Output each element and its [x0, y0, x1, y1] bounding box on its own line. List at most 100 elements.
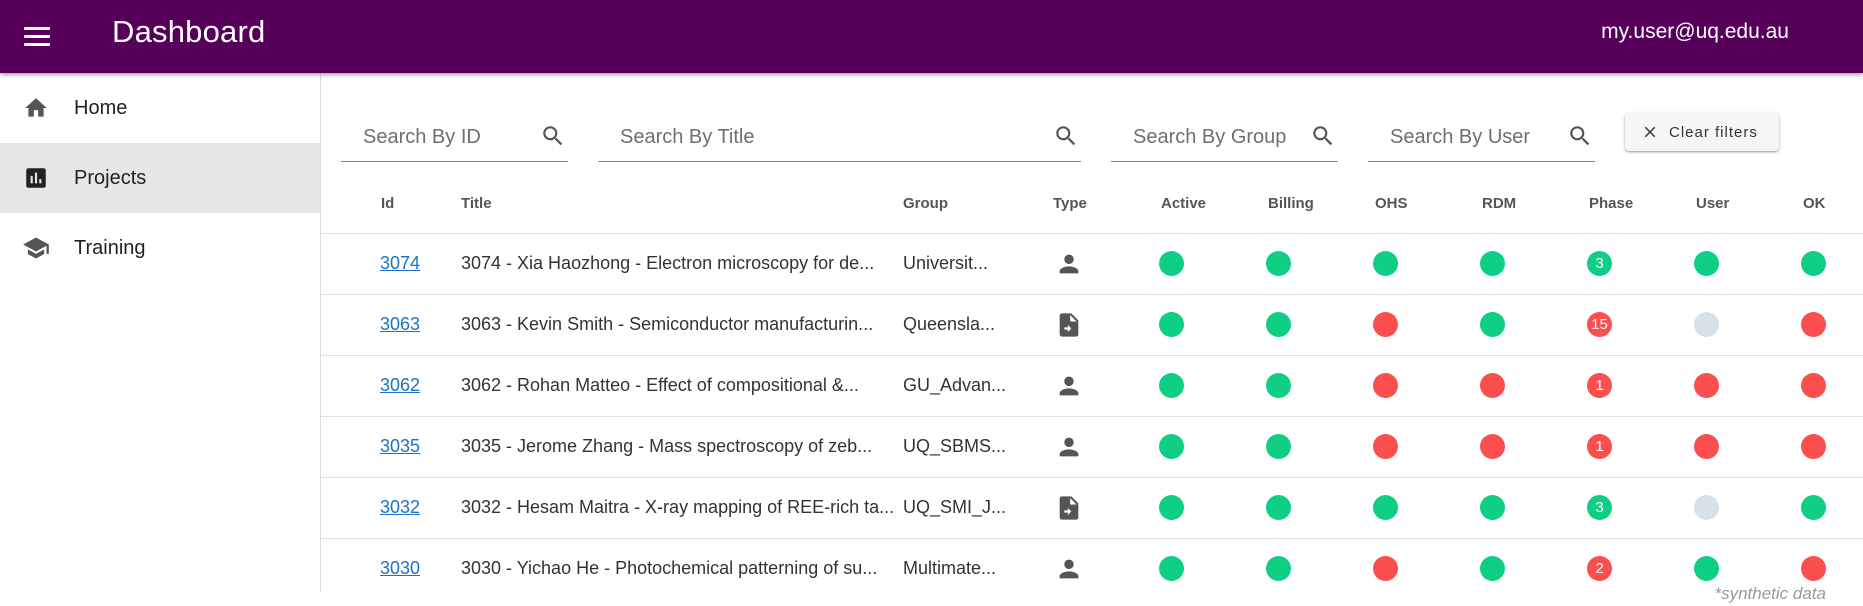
column-header-ok[interactable]: OK [1803, 195, 1826, 212]
sidebar: Home Projects Training [0, 73, 321, 592]
project-id-link[interactable]: 3074 [380, 253, 420, 273]
project-group-cell: Universit... [903, 253, 989, 273]
search-icon[interactable] [1567, 123, 1593, 149]
project-group-cell: Queensla... [903, 314, 996, 334]
projects-table: Id Title Group Type Active Billing OHS RDM Phase… [321, 177, 1863, 592]
user-status-dot [1694, 312, 1719, 337]
user-email[interactable]: my.user@uq.edu.au [1601, 20, 1789, 44]
search-by-group-field [1111, 113, 1338, 162]
column-header-group[interactable]: Group [903, 195, 948, 212]
project-id-link[interactable]: 3035 [380, 436, 420, 456]
rdm-status-dot [1480, 373, 1505, 398]
active-status-dot [1159, 495, 1184, 520]
sidebar-item-label: Home [74, 96, 128, 119]
table-row[interactable]: 3032 3032 - Hesam Maitra - X-ray mapping … [321, 478, 1863, 539]
search-icon[interactable] [1310, 123, 1336, 149]
column-header-type[interactable]: Type [1053, 195, 1087, 212]
project-id-cell: 3062 [380, 375, 420, 396]
user-status-dot [1694, 434, 1719, 459]
column-header-ohs[interactable]: OHS [1375, 195, 1408, 212]
project-title-cell: 3032 - Hesam Maitra - X-ray mapping of R… [461, 497, 895, 517]
phase-badge: 1 [1587, 373, 1612, 398]
project-id-cell: 3074 [380, 253, 420, 274]
active-status-dot [1159, 312, 1184, 337]
ok-status-dot [1801, 556, 1826, 581]
table-row[interactable]: 3035 3035 - Jerome Zhang - Mass spectrosc… [321, 417, 1863, 478]
billing-status-dot [1266, 251, 1291, 276]
school-icon [22, 234, 50, 262]
ohs-status-dot [1373, 312, 1398, 337]
column-header-id[interactable]: Id [381, 195, 394, 212]
column-header-billing[interactable]: Billing [1268, 195, 1314, 212]
column-header-active[interactable]: Active [1161, 195, 1206, 212]
column-header-user[interactable]: User [1696, 195, 1729, 212]
user-status-dot [1694, 373, 1719, 398]
clear-filters-button[interactable]: Clear filters [1625, 113, 1779, 151]
user-status-dot [1694, 251, 1719, 276]
filter-bar: Clear filters [321, 113, 1863, 173]
billing-status-dot [1266, 373, 1291, 398]
ok-status-dot [1801, 251, 1826, 276]
search-title-input[interactable] [618, 125, 961, 150]
ok-status-dot [1801, 434, 1826, 459]
active-status-dot [1159, 251, 1184, 276]
sidebar-item-projects[interactable]: Projects [0, 143, 320, 213]
project-id-link[interactable]: 3032 [380, 497, 420, 517]
menu-icon[interactable] [22, 22, 52, 52]
project-id-link[interactable]: 3063 [380, 314, 420, 334]
ok-status-dot [1801, 373, 1826, 398]
app-bar: Dashboard my.user@uq.edu.au [0, 0, 1863, 73]
billing-status-dot [1266, 556, 1291, 581]
table-row[interactable]: 3063 3063 - Kevin Smith - Semiconductor m… [321, 295, 1863, 356]
table-row[interactable]: 3030 3030 - Yichao He - Photochemical pat… [321, 539, 1863, 592]
search-id-input[interactable] [361, 125, 524, 150]
rdm-status-dot [1480, 495, 1505, 520]
project-title-cell: 3035 - Jerome Zhang - Mass spectroscopy … [461, 436, 873, 456]
clear-filters-label: Clear filters [1669, 123, 1758, 141]
ohs-status-dot [1373, 434, 1398, 459]
project-id-link[interactable]: 3062 [380, 375, 420, 395]
billing-status-dot [1266, 434, 1291, 459]
close-icon [1644, 126, 1656, 138]
project-title-cell: 3063 - Kevin Smith - Semiconductor manuf… [461, 314, 874, 334]
sidebar-item-home[interactable]: Home [0, 73, 320, 143]
ok-status-dot [1801, 495, 1826, 520]
search-group-input[interactable] [1131, 125, 1294, 150]
column-header-rdm[interactable]: RDM [1482, 195, 1516, 212]
bar-chart-icon [22, 164, 50, 192]
document-icon [1055, 494, 1083, 522]
table-row[interactable]: 3062 3062 - Rohan Matteo - Effect of comp… [321, 356, 1863, 417]
search-icon[interactable] [540, 123, 566, 149]
ohs-status-dot [1373, 251, 1398, 276]
phase-badge: 15 [1587, 312, 1612, 337]
ok-status-dot [1801, 312, 1826, 337]
rdm-status-dot [1480, 251, 1505, 276]
project-id-cell: 3030 [380, 558, 420, 579]
column-header-phase[interactable]: Phase [1589, 195, 1633, 212]
table-row[interactable]: 3074 3074 - Xia Haozhong - Electron micro… [321, 234, 1863, 295]
phase-badge: 3 [1587, 251, 1612, 276]
search-by-user-field [1368, 113, 1595, 162]
billing-status-dot [1266, 495, 1291, 520]
main-content: Clear filters Id Title Group Type Active Bill… [321, 73, 1863, 592]
phase-badge: 2 [1587, 556, 1612, 581]
billing-status-dot [1266, 312, 1291, 337]
sidebar-item-label: Projects [74, 166, 147, 189]
document-icon [1055, 311, 1083, 339]
active-status-dot [1159, 373, 1184, 398]
column-header-title[interactable]: Title [461, 195, 492, 212]
search-icon[interactable] [1053, 123, 1079, 149]
app-title: Dashboard [112, 14, 266, 49]
ohs-status-dot [1373, 495, 1398, 520]
sidebar-item-training[interactable]: Training [0, 213, 320, 283]
person-icon [1055, 555, 1083, 583]
search-by-id-field [341, 113, 568, 162]
user-status-dot [1694, 556, 1719, 581]
active-status-dot [1159, 556, 1184, 581]
search-user-input[interactable] [1388, 125, 1551, 150]
phase-badge: 3 [1587, 495, 1612, 520]
home-icon [22, 94, 50, 122]
project-id-cell: 3063 [380, 314, 420, 335]
project-id-link[interactable]: 3030 [380, 558, 420, 578]
project-group-cell: UQ_SBMS... [903, 436, 1007, 456]
